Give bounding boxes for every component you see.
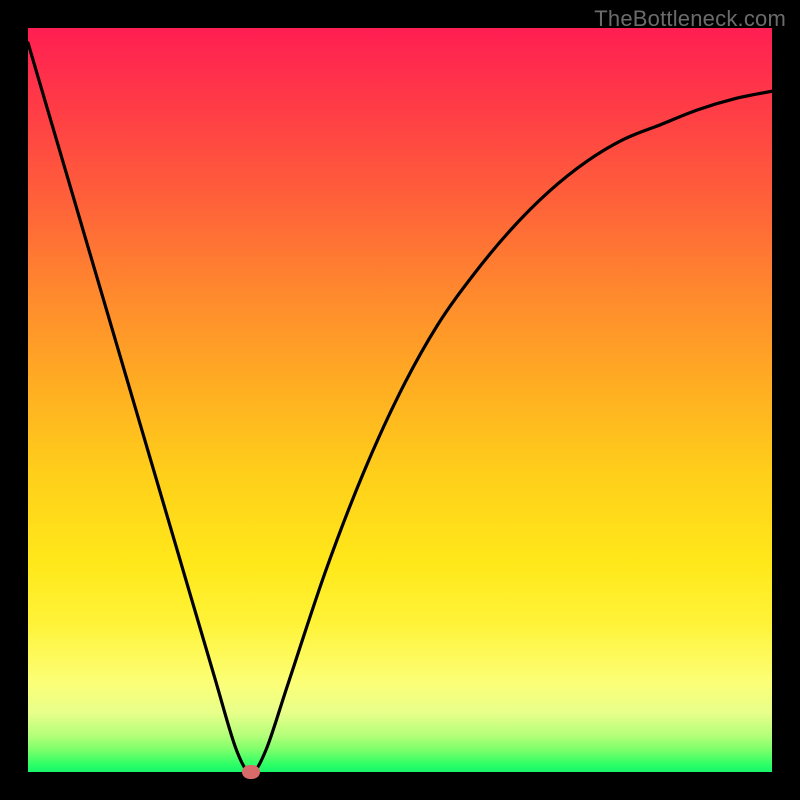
plot-area: [28, 28, 772, 772]
bottleneck-curve: [28, 43, 772, 772]
optimal-point-marker: [242, 765, 260, 779]
curve-svg: [28, 28, 772, 772]
chart-frame: TheBottleneck.com: [0, 0, 800, 800]
attribution-label: TheBottleneck.com: [594, 6, 786, 32]
